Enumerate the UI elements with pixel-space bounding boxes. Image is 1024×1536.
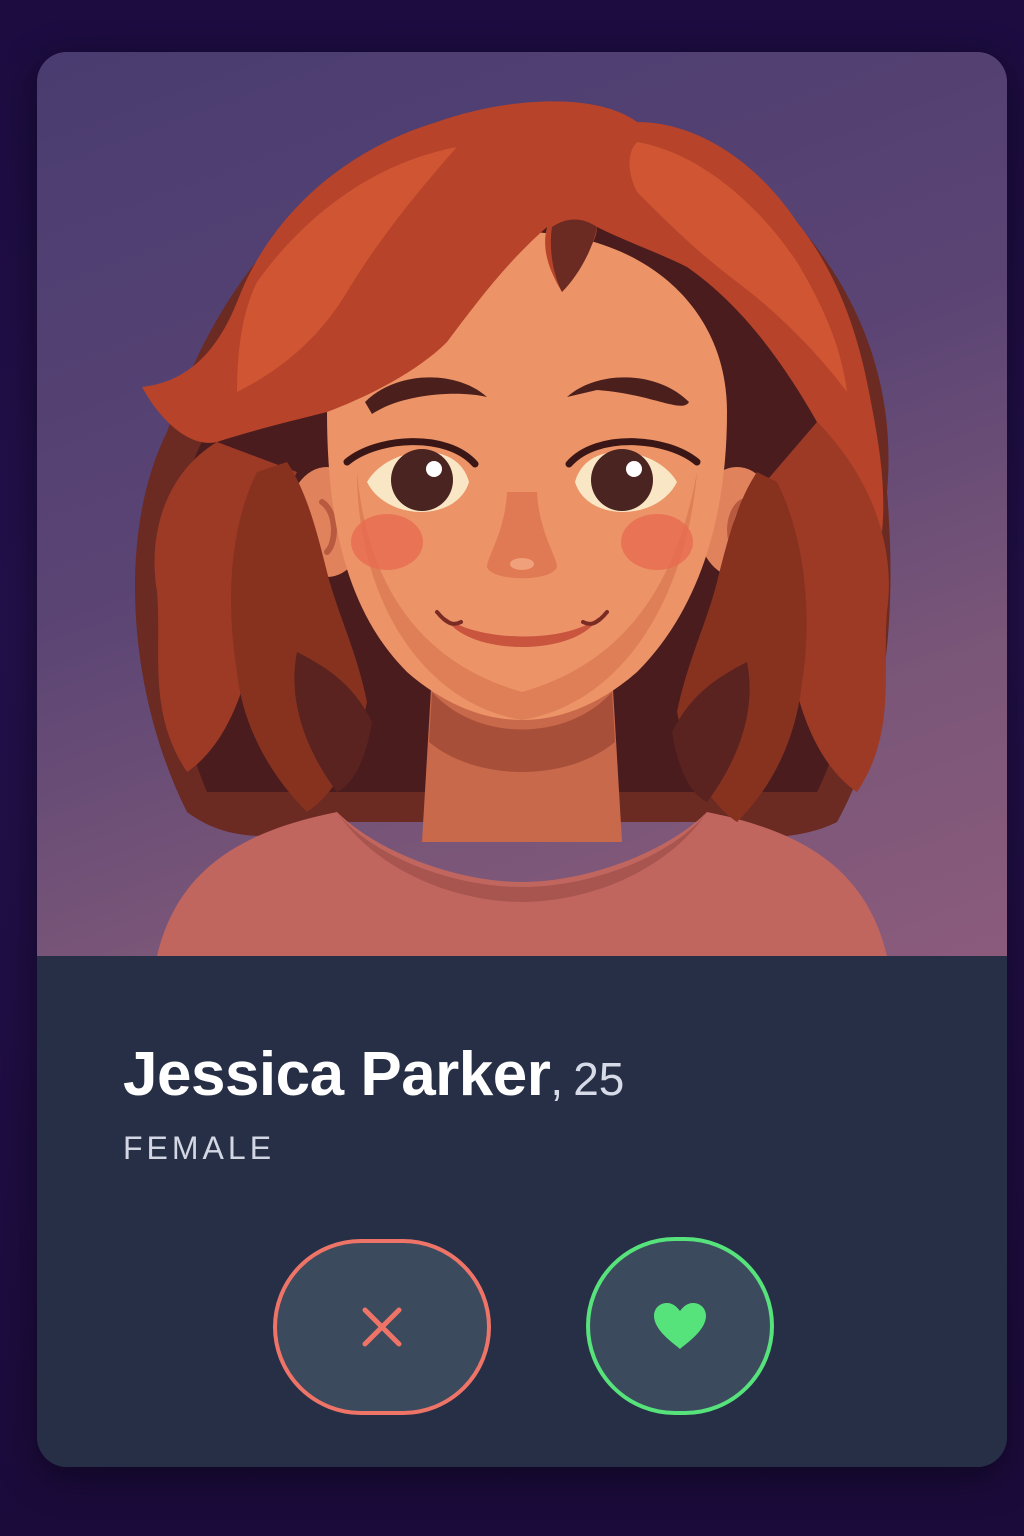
like-button[interactable] xyxy=(586,1237,774,1415)
profile-gender: FEMALE xyxy=(123,1130,276,1166)
name-age-line: Jessica Parker, 25 xyxy=(123,1044,624,1106)
profile-name: Jessica Parker xyxy=(123,1040,551,1109)
profile-photo xyxy=(37,52,1007,956)
close-icon xyxy=(362,1307,402,1347)
avatar-illustration xyxy=(134,101,891,956)
profile-age: 25 xyxy=(573,1053,625,1105)
name-separator: , xyxy=(550,1053,564,1105)
profile-card[interactable]: Jessica Parker, 25 FEMALE xyxy=(37,52,1007,1467)
heart-icon xyxy=(654,1303,706,1349)
dislike-button[interactable] xyxy=(273,1239,491,1415)
profile-info: Jessica Parker, 25 FEMALE xyxy=(37,956,1007,1467)
